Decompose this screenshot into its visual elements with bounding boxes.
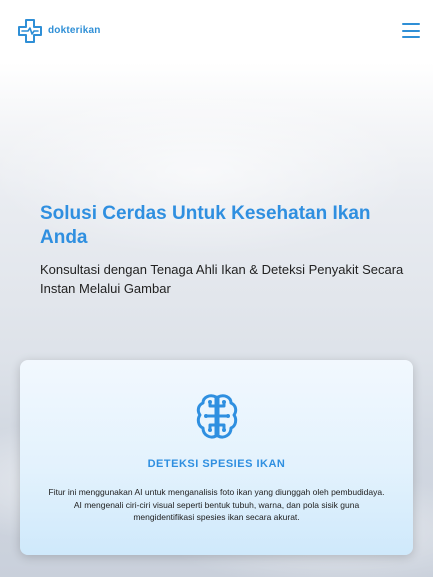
feature-card-description: Fitur ini menggunakan AI untuk menganali…	[48, 487, 385, 522]
top-navbar: dokterikan	[0, 0, 433, 62]
brain-circuit-icon	[196, 394, 238, 439]
feature-card-species-detection[interactable]: DETEKSI SPESIES IKAN Fitur ini menggunak…	[20, 360, 413, 555]
menu-line	[402, 36, 420, 38]
hamburger-menu-icon[interactable]	[402, 23, 420, 38]
hero-title: Solusi Cerdas Untuk Kesehatan Ikan Anda	[40, 203, 371, 248]
menu-line	[402, 23, 420, 25]
feature-card-title: DETEKSI SPESIES IKAN	[147, 458, 286, 470]
menu-line	[402, 29, 420, 32]
medical-cross-logo-icon	[18, 19, 42, 43]
brand-name: dokterikan	[48, 25, 101, 36]
hero-subtitle: Konsultasi dengan Tenaga Ahli Ikan & Det…	[40, 262, 404, 296]
